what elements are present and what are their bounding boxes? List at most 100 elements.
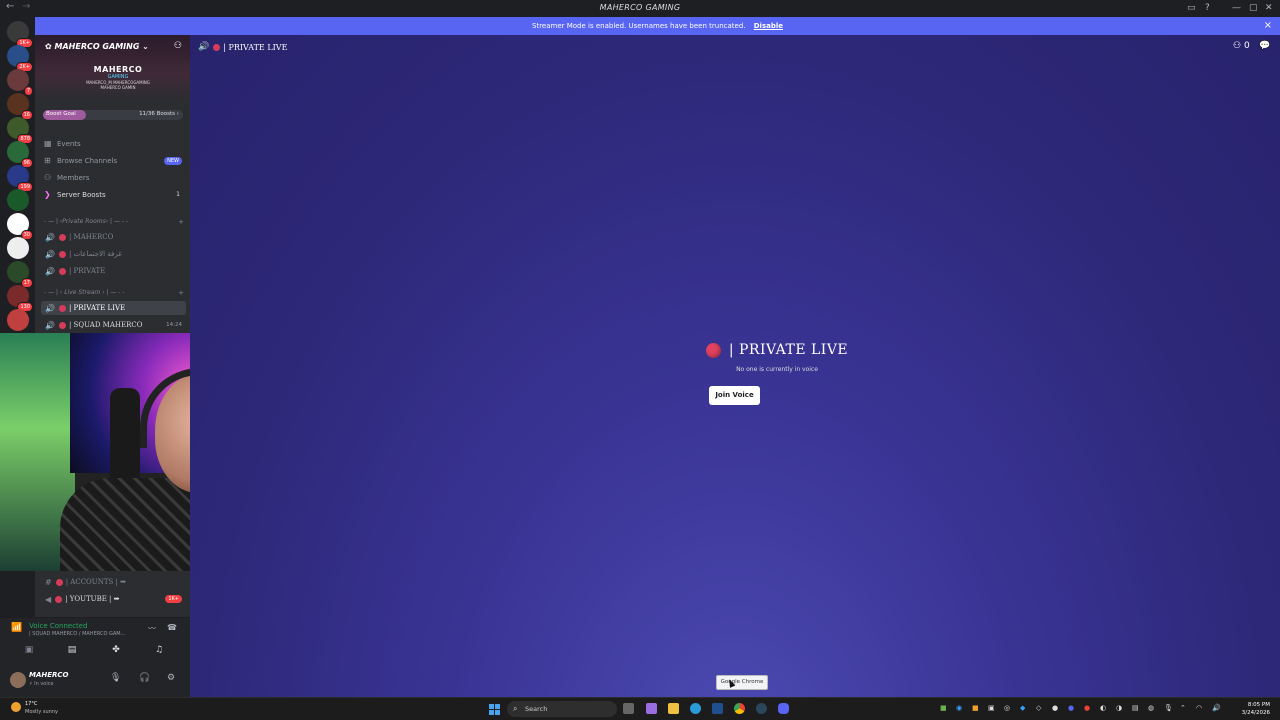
server-icon[interactable]: 30: [7, 213, 33, 240]
headphones-icon[interactable]: 🎧: [139, 673, 150, 683]
server-icon[interactable]: [7, 309, 29, 331]
user-panel: MAHERCO ⚡ In voice 🎙 🎧 ⚙: [0, 665, 190, 697]
server-icon[interactable]: 2K+: [7, 45, 33, 72]
weather-temp[interactable]: 17°C: [25, 701, 37, 707]
channel-accounts[interactable]: # | ACCOUNTS | ➡: [41, 575, 186, 589]
maximize-icon[interactable]: ▢: [1249, 3, 1258, 13]
unread-badge: 1K+: [165, 595, 182, 603]
red-dot-icon: [58, 250, 66, 258]
server-icon[interactable]: 17: [7, 261, 33, 288]
inbox-icon[interactable]: ▭: [1187, 3, 1196, 13]
red-dot-icon: [55, 578, 63, 586]
channel-private-live[interactable]: 🔊 | PRIVATE LIVE: [41, 301, 186, 315]
tray-chevron-icon[interactable]: ⌃: [1180, 704, 1186, 712]
server-icon[interactable]: 96: [7, 141, 33, 168]
server-icon[interactable]: 16: [7, 93, 33, 120]
nav-events[interactable]: ▦ Events: [44, 139, 81, 148]
channel-meetings[interactable]: 🔊 | غرفة الاجتماعات: [41, 247, 186, 261]
noise-suppression-icon[interactable]: 〰: [148, 623, 156, 634]
tray-app-icon[interactable]: ■: [972, 704, 979, 712]
center-channel-title: | PRIVATE LIVE: [705, 342, 848, 358]
activity-icon[interactable]: ✤: [99, 645, 133, 655]
tray-app-icon[interactable]: ◎: [1004, 704, 1010, 712]
tray-app-icon[interactable]: ▣: [988, 704, 995, 712]
disable-streamer-mode-button[interactable]: Disable: [754, 22, 783, 30]
microphone-icon[interactable]: 🎙: [110, 673, 121, 683]
nav-browse-channels[interactable]: ⊞ Browse Channels NEW: [44, 156, 190, 165]
window-titlebar: ← → MAHERCO GAMING ▭ ? — ▢ ✕: [0, 0, 1280, 17]
discord-icon[interactable]: [778, 703, 789, 714]
channel-squad-maherco[interactable]: 🔊 | SQUAD MAHERCO 14:24: [41, 318, 186, 332]
tray-app-icon[interactable]: ◉: [956, 704, 962, 712]
tray-app-icon[interactable]: ◆: [1020, 704, 1025, 712]
tray-app-icon[interactable]: ▤: [1132, 704, 1139, 712]
volume-icon[interactable]: 🔊: [1212, 704, 1221, 712]
help-icon[interactable]: ?: [1205, 3, 1210, 13]
speaker-icon: 🔊: [45, 232, 55, 242]
avatar[interactable]: [10, 672, 26, 688]
server-icon[interactable]: 7: [7, 69, 33, 96]
voice-channel-path[interactable]: | SQUAD MAHERCO / MAHERCO GAM...: [29, 631, 141, 637]
server-name[interactable]: ✿ MAHERCO GAMING ⌄: [45, 42, 149, 51]
tray-discord-icon[interactable]: ●: [1068, 704, 1074, 712]
channel-maherco[interactable]: 🔊 | MAHERCO: [41, 230, 186, 244]
chrome-icon[interactable]: [734, 703, 745, 714]
tray-app-icon[interactable]: ◍: [1148, 704, 1154, 712]
nav-members[interactable]: ⚇ Members: [44, 173, 89, 182]
wifi-icon[interactable]: ◠: [1196, 704, 1202, 712]
server-header[interactable]: ✿ MAHERCO GAMING ⌄ ⚇ MAHERCO GAMING MAHE…: [35, 35, 190, 101]
camera-icon[interactable]: ▣: [12, 645, 46, 655]
channel-timer: 14:24: [166, 322, 182, 328]
minimize-icon[interactable]: —: [1232, 3, 1241, 13]
channel-private[interactable]: 🔊 | PRIVATE: [41, 264, 186, 278]
category-live-stream[interactable]: - — | ‹ Live Stream › | — - - +: [44, 289, 184, 297]
voice-status[interactable]: Voice Connected: [29, 622, 88, 630]
tray-app-icon[interactable]: ◇: [1036, 704, 1041, 712]
signal-icon[interactable]: 📶: [11, 623, 22, 633]
server-icon[interactable]: 199: [7, 165, 33, 192]
speaker-icon: 🔊: [45, 320, 55, 330]
tray-mic-icon[interactable]: 🎙: [1164, 704, 1173, 712]
tray-chrome-icon[interactable]: ●: [1084, 704, 1090, 712]
disconnect-icon[interactable]: ☎: [167, 623, 177, 632]
weather-sun-icon[interactable]: [11, 702, 21, 712]
browse-icon: ⊞: [44, 156, 51, 165]
tray-app-icon[interactable]: ◐: [1100, 704, 1106, 712]
server-icon[interactable]: 1K+: [7, 21, 33, 48]
weather-desc[interactable]: Mostly sunny: [25, 709, 58, 715]
copilot-icon[interactable]: [646, 703, 657, 714]
boost-goal-bar[interactable]: Boost Goal 11/36 Boosts ›: [43, 110, 183, 120]
tray-app-icon[interactable]: ●: [1052, 704, 1058, 712]
tray-nvidia-icon[interactable]: ■: [940, 704, 947, 712]
server-icon[interactable]: [7, 189, 29, 211]
task-view-icon[interactable]: [623, 703, 634, 714]
username[interactable]: MAHERCO: [29, 671, 69, 679]
person-add-icon[interactable]: ⚇: [174, 41, 182, 51]
taskbar-search[interactable]: ⌕ Search: [507, 701, 617, 717]
settings-gear-icon[interactable]: ⚙: [167, 673, 175, 683]
server-icon[interactable]: 130: [7, 285, 33, 312]
nav-server-boosts[interactable]: ❯ Server Boosts 1: [44, 190, 190, 199]
screen-share-icon[interactable]: ▤: [55, 645, 89, 655]
soundboard-icon[interactable]: ♫: [142, 645, 176, 655]
add-channel-icon[interactable]: +: [178, 289, 184, 297]
empty-voice-state: | PRIVATE LIVE No one is currently in vo…: [190, 342, 1280, 373]
channel-youtube[interactable]: ◀ | YOUTUBE | ➡ 1K+: [41, 592, 186, 606]
steam-icon[interactable]: [756, 703, 767, 714]
red-dot-icon: [58, 321, 66, 329]
close-banner-icon[interactable]: ×: [1264, 17, 1272, 35]
join-voice-button[interactable]: Join Voice: [709, 386, 760, 405]
taskbar-clock[interactable]: 8:05 PM 3/24/2026: [1242, 701, 1270, 717]
tray-app-icon[interactable]: ◑: [1116, 704, 1122, 712]
server-icon[interactable]: 878: [7, 117, 33, 144]
close-window-icon[interactable]: ✕: [1265, 3, 1273, 13]
edge-icon[interactable]: [690, 703, 701, 714]
chat-icon[interactable]: 💬: [1259, 41, 1270, 51]
server-icon[interactable]: [7, 237, 29, 259]
members-count-icon[interactable]: ⚇ 0: [1233, 41, 1250, 51]
file-explorer-icon[interactable]: [668, 703, 679, 714]
add-channel-icon[interactable]: +: [178, 218, 184, 226]
windows-start-icon[interactable]: [489, 704, 500, 715]
store-icon[interactable]: [712, 703, 723, 714]
category-private-rooms[interactable]: - — | ‹Private Rooms› | — - - +: [44, 218, 184, 226]
